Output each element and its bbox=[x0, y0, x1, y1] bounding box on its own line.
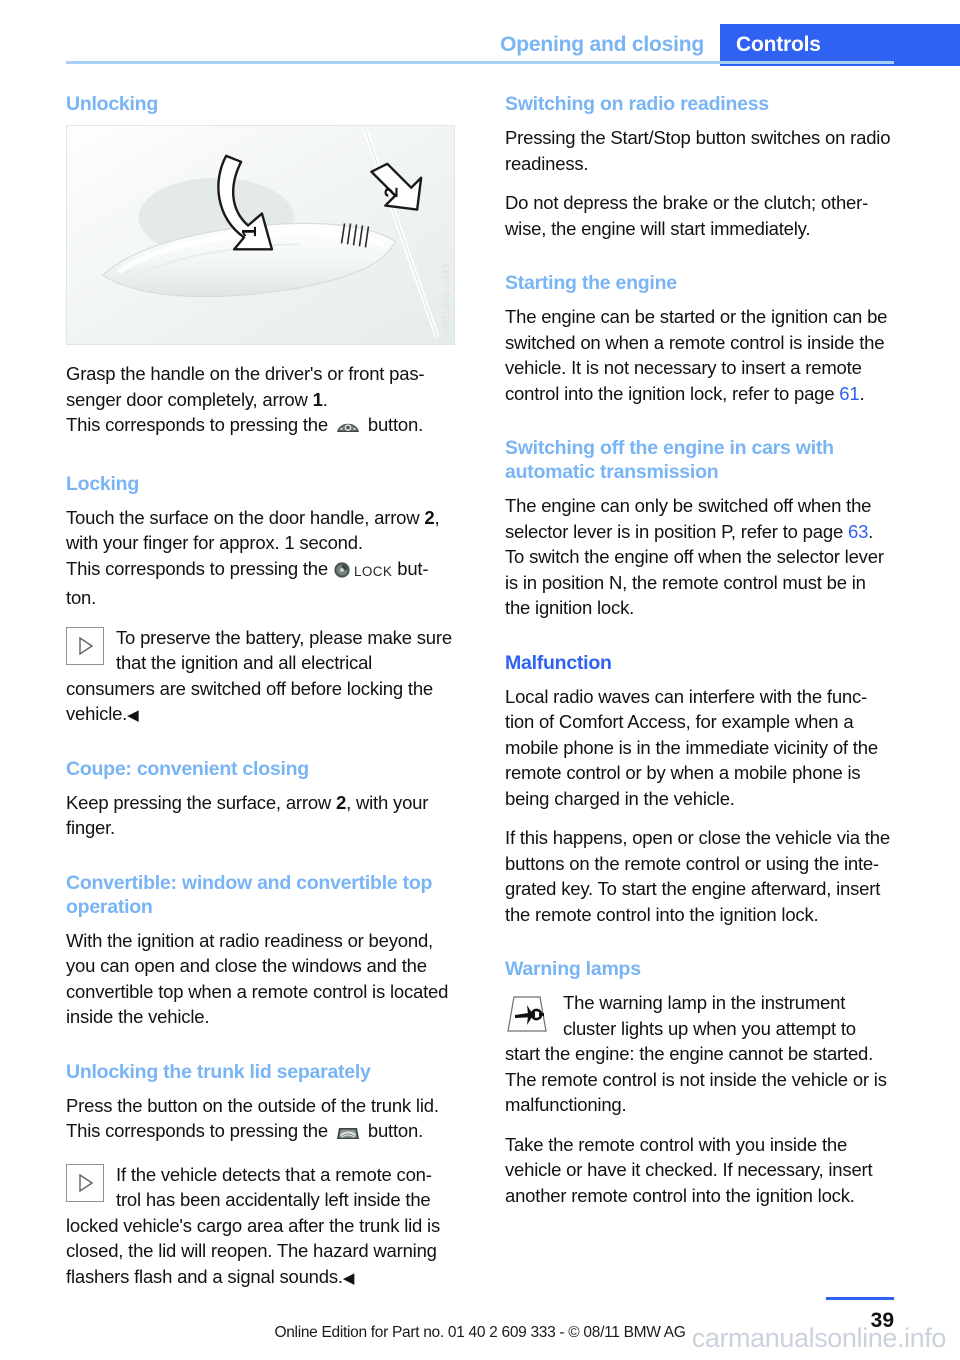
coupe-arrow-number: 2 bbox=[336, 791, 347, 813]
note-battery-endmark: ◀ bbox=[127, 707, 139, 724]
malfunction-paragraph-2: If this happens, open or close the vehic… bbox=[505, 827, 890, 925]
unlocking-p1-arrow-number: 1 bbox=[312, 388, 323, 410]
trunk-p1: Press the button on the outside of the t… bbox=[66, 1094, 439, 1116]
unlocking-p2-text-b: button. bbox=[362, 414, 424, 435]
content-columns: Unlocking 1 2 VAC1003-0349 Grasp the han… bbox=[66, 92, 894, 1303]
trunk-p2-text-b: button. bbox=[362, 1120, 424, 1141]
note-battery-text: To preserve the battery, please make sur… bbox=[66, 625, 455, 727]
locking-paragraph: Touch the surface on the door handle, ar… bbox=[66, 505, 455, 611]
warning-lamp-icon bbox=[505, 992, 549, 1036]
unlocking-paragraph-1: Grasp the handle on the driver's or fron… bbox=[66, 361, 455, 442]
heading-coupe-closing: Coupe: convenient closing bbox=[66, 757, 309, 780]
page-number-rule bbox=[826, 1297, 894, 1300]
trunk-button-icon bbox=[335, 1122, 361, 1148]
heading-convertible-operation: Convertible: window and convertible top … bbox=[66, 871, 433, 918]
radio-readiness-paragraph-1: Pressing the Start/Stop button switches … bbox=[505, 127, 891, 174]
header-divider bbox=[66, 61, 894, 64]
heading-unlocking: Unlocking bbox=[66, 93, 159, 115]
warning-lamp-text: The warning lamp in the instrument clust… bbox=[505, 992, 887, 1115]
warning-lamp-block: The warning lamp in the instrument clust… bbox=[505, 990, 894, 1118]
lock-button-icon-group: LOCK bbox=[333, 559, 392, 586]
heading-warning-lamps: Warning lamps bbox=[505, 958, 641, 980]
left-column: Unlocking 1 2 VAC1003-0349 Grasp the han… bbox=[66, 92, 455, 1303]
page-reference-link[interactable]: 61 bbox=[839, 383, 859, 404]
locking-p1-arrow-number: 2 bbox=[424, 506, 435, 528]
heading-switching-off-engine: Switching off the engine in cars with au… bbox=[505, 437, 834, 483]
trunk-p2-text-a: This corresponds to pressing the bbox=[66, 1120, 333, 1141]
figure-door-handle: 1 2 VAC1003-0349 bbox=[66, 125, 455, 345]
figure-watermark: VAC1003-0349 bbox=[441, 263, 451, 336]
heading-starting-engine: Starting the engine bbox=[505, 272, 677, 294]
starting-engine-text-b: . bbox=[859, 382, 865, 404]
locking-p2-text-a: This corresponds to pressing the bbox=[66, 557, 333, 579]
warning-lamps-paragraph-2: Take the remote control with you inside … bbox=[505, 1133, 873, 1206]
svg-text:1: 1 bbox=[239, 226, 261, 237]
convertible-paragraph: With the ignition at radio readiness or … bbox=[66, 929, 449, 1028]
unlock-button-icon bbox=[335, 416, 361, 442]
note-battery-body: To preserve the battery, please make sur… bbox=[66, 626, 452, 725]
coupe-paragraph: Keep pressing the surface, arrow 2, with… bbox=[66, 790, 455, 841]
starting-engine-text-a: The engine can be started or the ignitio… bbox=[505, 306, 888, 404]
page-reference-link[interactable]: 63 bbox=[848, 521, 868, 542]
note-trunk-text: If the vehicle detects that a remote con… bbox=[66, 1162, 455, 1290]
lock-button-icon bbox=[334, 561, 350, 578]
switching-off-text-a: The engine can only be switched off when… bbox=[505, 495, 872, 542]
heading-locking: Locking bbox=[66, 472, 140, 495]
header-inner: Opening and closing Controls bbox=[490, 24, 960, 66]
site-watermark: carmanualsonline.info bbox=[691, 1323, 947, 1353]
malfunction-paragraph-1: Local radio waves can interfere with the… bbox=[505, 685, 878, 809]
unlocking-p1-text-a: Grasp the handle on the driver's or fron… bbox=[66, 363, 425, 410]
header-tab-controls: Controls bbox=[720, 24, 960, 66]
coupe-text-a: Keep pressing the surface, arrow bbox=[66, 791, 337, 813]
right-column: Switching on radio readiness Pressing th… bbox=[505, 92, 894, 1303]
svg-text:2: 2 bbox=[381, 187, 402, 198]
heading-malfunction: Malfunction bbox=[505, 651, 612, 674]
door-handle-illustration: 1 2 bbox=[67, 126, 454, 344]
locking-p1-text-a: Touch the surface on the door handle, ar… bbox=[66, 506, 425, 528]
trunk-paragraph: Press the button on the outside of the t… bbox=[66, 1093, 455, 1148]
radio-readiness-paragraph-2: Do not depress the brake or the clutch; … bbox=[505, 192, 869, 239]
switching-off-paragraph: The engine can only be switched off when… bbox=[505, 493, 894, 621]
heading-trunk-unlocking: Unlocking the trunk lid separately bbox=[66, 1060, 371, 1083]
note-trunk-endmark: ◀ bbox=[342, 1269, 355, 1287]
starting-engine-paragraph: The engine can be started or the ignitio… bbox=[505, 304, 894, 406]
note-trunk-reopen: If the vehicle detects that a remote con… bbox=[66, 1162, 455, 1290]
note-trunk-body: If the vehicle detects that a remote con… bbox=[66, 1163, 441, 1287]
unlocking-p2-text-a: This corresponds to pressing the bbox=[66, 414, 333, 435]
note-triangle-icon bbox=[66, 626, 104, 665]
note-battery: To preserve the battery, please make sur… bbox=[66, 625, 455, 727]
note-triangle-icon bbox=[66, 1163, 104, 1202]
lock-button-label: LOCK bbox=[353, 563, 393, 579]
unlocking-p1-text-b: . bbox=[322, 388, 328, 410]
heading-radio-readiness: Switching on radio readiness bbox=[505, 93, 769, 115]
page-header: Opening and closing Controls bbox=[0, 24, 960, 66]
breadcrumb-chapter: Opening and closing bbox=[490, 24, 720, 66]
